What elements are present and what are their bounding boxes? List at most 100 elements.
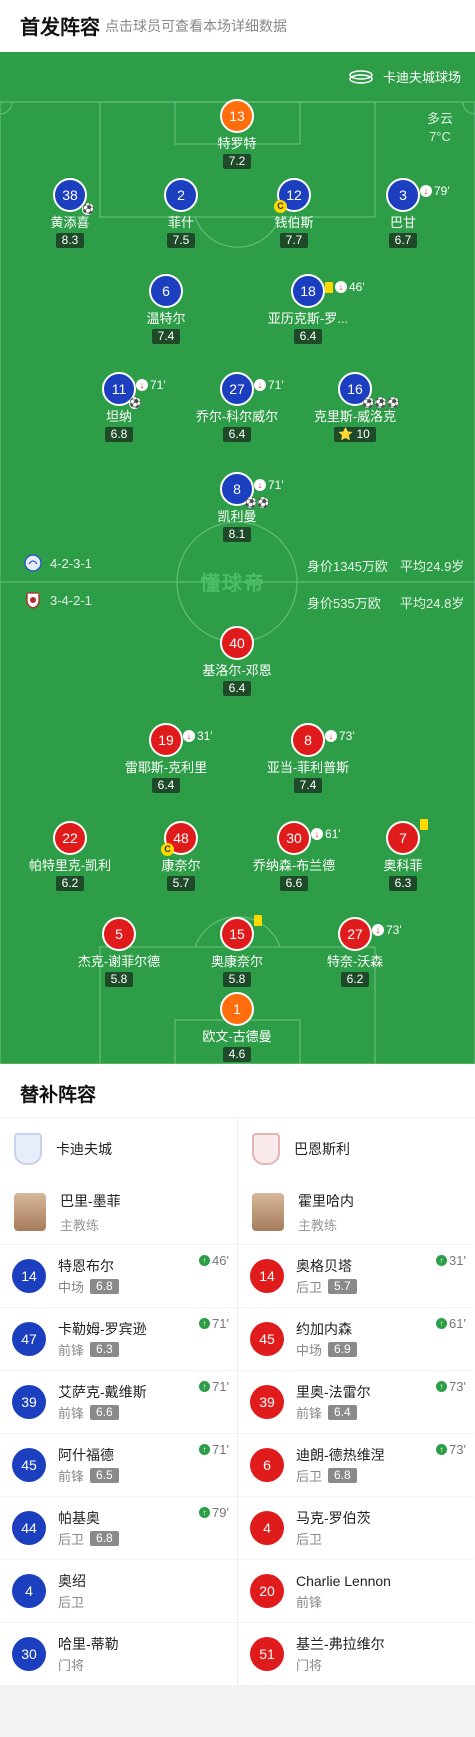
away-player-5[interactable]: 5 杰克-谢菲尔德 5.8 <box>59 917 179 988</box>
player-number: 40 <box>220 626 254 660</box>
player-number: 16 <box>347 381 363 397</box>
away-team-row[interactable]: 巴恩斯利 <box>238 1118 474 1180</box>
home-team-row[interactable]: 卡迪夫城 <box>0 1118 237 1180</box>
player-number: 11 <box>111 381 127 397</box>
player-circle: 18 ↓ 46' <box>291 274 365 308</box>
sub-player[interactable]: 14 奥格贝塔 后卫 5.7 ↑ 31' <box>238 1244 474 1307</box>
player-circle: 11 ⚽ ↓ 71' <box>102 372 166 409</box>
sub-player[interactable]: 4 奥绍 后卫 <box>0 1559 237 1622</box>
sub-rating: 6.8 <box>328 1467 357 1483</box>
sub-in-icon: ↑ <box>199 1381 211 1392</box>
home-player-38[interactable]: 38 ⚽ 黄添喜 8.3 <box>10 178 130 249</box>
away-player-1[interactable]: 1 欧文-古德曼 4.6 <box>177 992 297 1063</box>
sub-number: 6 <box>250 1448 284 1482</box>
sub-player[interactable]: 39 艾萨克-戴维斯 前锋 6.6 ↑ 71' <box>0 1370 237 1433</box>
home-player-18[interactable]: 18 ↓ 46' 亚历克斯-罗... 6.4 <box>248 274 368 345</box>
sub-number: 20 <box>250 1574 284 1608</box>
home-player-trott[interactable]: 13 特罗特 7.2 <box>177 99 297 170</box>
sub-player[interactable]: 45 阿什福德 前锋 6.5 ↑ 71' <box>0 1433 237 1496</box>
player-number: 27 <box>347 926 363 942</box>
away-player-7[interactable]: 7 奥科菲 6.3 <box>343 819 463 892</box>
sub-player[interactable]: 4 马克-罗伯茨 后卫 <box>238 1496 474 1559</box>
away-team-name: 巴恩斯利 <box>294 1141 350 1157</box>
sub-in-minute: 73' <box>449 1379 466 1394</box>
sub-position: 后卫 <box>58 1531 85 1547</box>
player-number: 13 <box>220 99 254 133</box>
away-player-19[interactable]: 19 ↓ 31' 雷耶斯-克利里 6.4 <box>106 723 226 794</box>
sub-out-icon: ↓ <box>420 185 432 197</box>
sub-player[interactable]: 51 基兰-弗拉维尔 门将 <box>238 1622 474 1685</box>
sub-player[interactable]: 39 里奥-法雷尔 前锋 6.4 ↑ 73' <box>238 1370 474 1433</box>
home-player-16[interactable]: 16 ⚽⚽⚽ 克里斯-威洛克 ⭐ 10 <box>295 372 415 443</box>
coach-role: 主教练 <box>60 1217 100 1233</box>
home-player-8[interactable]: 8 ⚽⚽ ↓ 71' 凯利曼 8.1 <box>177 472 297 543</box>
sub-player[interactable]: 6 迪朗-德热维涅 后卫 6.8 ↑ 73' <box>238 1433 474 1496</box>
home-coach[interactable]: 巴里-墨菲 主教练 <box>0 1180 237 1244</box>
away-player-40[interactable]: 40 基洛尔-邓恩 6.4 <box>177 626 297 697</box>
sub-player[interactable]: 20 Charlie Lennon 前锋 <box>238 1559 474 1622</box>
sub-player[interactable]: 30 哈里-蒂勒 门将 <box>0 1622 237 1685</box>
sub-position: 后卫 <box>296 1531 323 1547</box>
player-rating: 6.7 <box>388 233 418 248</box>
away-player-8[interactable]: 8 ↓ 73' 亚当-菲利普斯 7.4 <box>248 723 368 794</box>
home-player-3[interactable]: 3 ↓ 79' 巴甘 6.7 <box>343 178 463 249</box>
sub-in-badge: ↑ 71' <box>199 1316 229 1331</box>
sub-out-icon: ↓ <box>325 730 337 742</box>
player-name: 亚历克斯-罗... <box>267 311 349 326</box>
coach-avatar <box>252 1193 284 1231</box>
barnsley-logo-icon <box>252 1133 280 1165</box>
home-player-2[interactable]: 2 菲什 7.5 <box>121 178 241 249</box>
subs-title: 替补阵容 <box>0 1064 475 1118</box>
player-circle: 3 ↓ 79' <box>386 178 450 212</box>
home-player-12[interactable]: 12 C 钱伯斯 7.7 <box>234 178 354 249</box>
away-player-48[interactable]: 48 C 康奈尔 5.7 <box>121 821 241 892</box>
away-player-15[interactable]: 15 奥康奈尔 5.8 <box>177 915 297 988</box>
yellow-card-icon <box>420 819 428 830</box>
sub-player[interactable]: 44 帕基奥 后卫 6.8 ↑ 79' <box>0 1496 237 1559</box>
player-number: 7 <box>399 830 407 846</box>
sub-number: 30 <box>12 1637 46 1671</box>
sub-number: 39 <box>12 1385 46 1419</box>
player-circle: 19 ↓ 31' <box>149 723 213 757</box>
home-player-6[interactable]: 6 温特尔 7.4 <box>106 274 226 345</box>
sub-out-icon: ↓ <box>311 828 323 840</box>
sub-position: 前锋 <box>58 1342 85 1358</box>
home-player-11[interactable]: 11 ⚽ ↓ 71' 坦纳 6.8 <box>59 372 179 443</box>
sub-name: 基兰-弗拉维尔 <box>296 1635 385 1652</box>
sub-rating: 6.8 <box>90 1278 119 1294</box>
sub-in-icon: ↑ <box>199 1318 211 1329</box>
player-circle: 38 ⚽ <box>53 178 94 215</box>
stadium-label: 卡迪夫城球场 <box>349 67 461 86</box>
sub-out-minute: 73' <box>339 729 355 743</box>
sub-in-minute: 31' <box>449 1253 466 1268</box>
pitch: 卡迪夫城球场 多云 7°C 懂球帝 4-2-3-1 身价1345万欧 平均24.… <box>0 52 475 1064</box>
card-badge <box>420 819 428 830</box>
player-circle: 30 ↓ 61' <box>277 821 341 855</box>
away-formation: 3-4-2-1 <box>50 593 92 608</box>
sub-player[interactable]: 14 特恩布尔 中场 6.8 ↑ 46' <box>0 1244 237 1307</box>
away-coach[interactable]: 霍里哈内 主教练 <box>238 1180 474 1244</box>
sub-in-icon: ↑ <box>436 1381 448 1392</box>
sub-number: 45 <box>12 1448 46 1482</box>
player-circle: 8 ⚽⚽ ↓ 71' <box>220 472 284 509</box>
page-title: 首发阵容 <box>20 17 100 39</box>
sub-name: 特恩布尔 <box>58 1257 114 1274</box>
sub-name: 卡勒姆-罗宾逊 <box>58 1320 147 1337</box>
home-player-27[interactable]: 27 ↓ 71' 乔尔-科尔威尔 6.4 <box>177 372 297 443</box>
away-player-27[interactable]: 27 ↓ 73' 特奈-沃森 6.2 <box>295 917 415 988</box>
sub-player[interactable]: 47 卡勒姆-罗宾逊 前锋 6.3 ↑ 71' <box>0 1307 237 1370</box>
player-rating: 6.4 <box>293 329 323 344</box>
stadium-name: 卡迪夫城球场 <box>382 70 461 85</box>
yellow-card-icon <box>254 915 262 926</box>
away-player-30[interactable]: 30 ↓ 61' 乔纳森-布兰德 6.6 <box>234 821 354 892</box>
coach-role: 主教练 <box>298 1217 338 1233</box>
sub-in-minute: 71' <box>212 1316 229 1331</box>
sub-number: 47 <box>12 1322 46 1356</box>
player-rating: ⭐ 10 <box>334 427 376 442</box>
sub-player[interactable]: 45 约加内森 中场 6.9 ↑ 61' <box>238 1307 474 1370</box>
home-formation-row: 4-2-3-1 身价1345万欧 平均24.9岁 <box>0 552 475 576</box>
player-number: 19 <box>158 732 174 748</box>
away-player-22[interactable]: 22 帕特里克-凯利 6.2 <box>10 821 130 892</box>
sub-rating: 6.5 <box>90 1467 119 1483</box>
player-number: 5 <box>102 917 136 951</box>
